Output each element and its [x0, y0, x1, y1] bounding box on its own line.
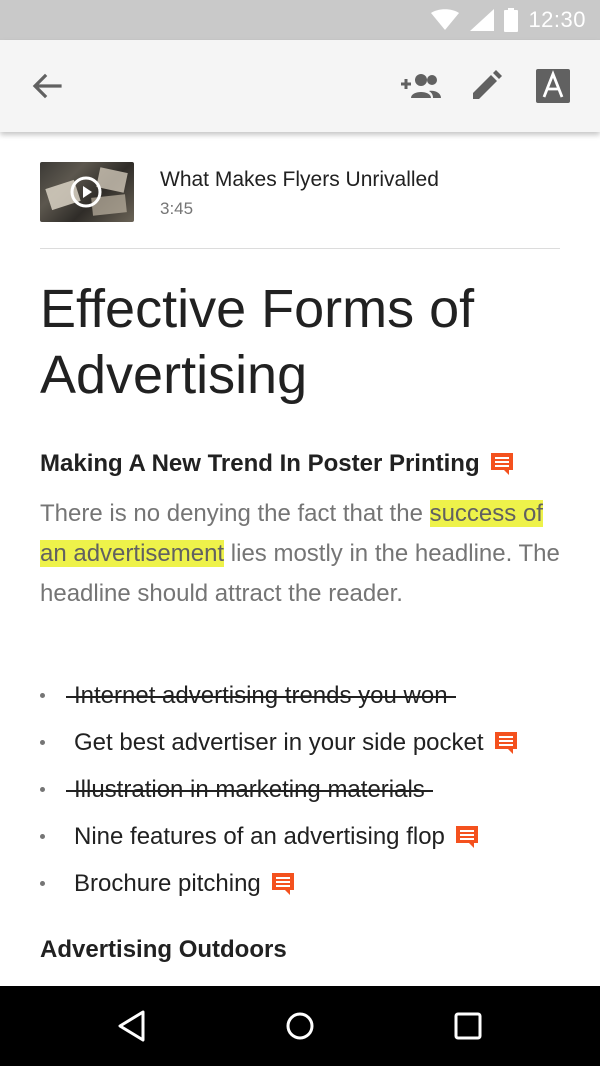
- section-heading[interactable]: Advertising Outdoors: [40, 936, 287, 964]
- strikethrough-item: Illustration in marketing materials: [66, 776, 433, 804]
- list-item[interactable]: Brochure pitching: [40, 860, 580, 907]
- cell-signal-icon: [470, 9, 495, 31]
- list-item[interactable]: Nine features of an advertising flop: [40, 813, 580, 860]
- nav-recents-icon: [454, 1012, 482, 1040]
- battery-icon: [504, 8, 519, 32]
- wifi-icon: [431, 9, 460, 30]
- bullet-dot: [40, 787, 45, 792]
- status-bar: 12:30: [0, 0, 600, 40]
- edit-button[interactable]: [462, 62, 510, 110]
- nav-home-button[interactable]: [276, 1002, 324, 1050]
- back-button[interactable]: [22, 62, 72, 110]
- bullet-dot: [40, 834, 45, 839]
- comment-icon[interactable]: [271, 872, 295, 896]
- bullet-list: Internet advertising trends you won Get …: [40, 672, 580, 907]
- list-item-text: Nine features of an advertising flop: [74, 822, 445, 850]
- text-format-icon: [536, 69, 570, 103]
- status-icons: 12:30: [430, 0, 586, 40]
- nav-home-icon: [286, 1012, 314, 1040]
- app-bar: [0, 40, 600, 132]
- list-item[interactable]: Internet advertising trends you won: [40, 672, 580, 719]
- list-item[interactable]: Illustration in marketing materials: [40, 766, 580, 813]
- list-item[interactable]: Get best advertiser in your side pocket: [40, 719, 580, 766]
- edit-pencil-icon: [473, 70, 502, 99]
- strike-line: [66, 695, 456, 698]
- strike-line: [66, 789, 433, 792]
- video-attachment[interactable]: What Makes Flyers Unrivalled 3:45: [40, 162, 560, 222]
- play-icon[interactable]: [70, 176, 102, 208]
- document-title[interactable]: Effective Forms of Advertising: [40, 276, 560, 408]
- comment-icon[interactable]: [455, 825, 479, 849]
- body-paragraph[interactable]: There is no denying the fact that the su…: [40, 494, 560, 614]
- navigation-bar: [0, 986, 600, 1066]
- status-time: 12:30: [528, 7, 586, 32]
- list-item-text: Get best advertiser in your side pocket: [74, 728, 484, 756]
- nav-recents-button[interactable]: [444, 1002, 492, 1050]
- nav-back-icon: [118, 1010, 145, 1042]
- nav-back-button[interactable]: [108, 1002, 156, 1050]
- comment-icon[interactable]: [490, 452, 514, 476]
- divider: [40, 248, 560, 249]
- bullet-dot: [40, 740, 45, 745]
- bullet-dot: [40, 881, 45, 886]
- section-heading-text: Advertising Outdoors: [40, 936, 287, 963]
- paragraph-text: There is no denying the fact that the: [40, 500, 430, 527]
- video-title[interactable]: What Makes Flyers Unrivalled: [160, 168, 439, 192]
- add-collaborator-button[interactable]: [394, 62, 446, 110]
- strikethrough-item: Internet advertising trends you won: [66, 682, 456, 710]
- back-arrow-icon: [32, 73, 62, 99]
- comment-icon[interactable]: [494, 731, 518, 755]
- list-item-text: Brochure pitching: [74, 869, 261, 897]
- section-heading[interactable]: Making A New Trend In Poster Printing: [40, 450, 514, 478]
- add-people-icon: [401, 74, 441, 98]
- section-heading-text: Making A New Trend In Poster Printing: [40, 450, 480, 477]
- bullet-dot: [40, 693, 45, 698]
- video-thumbnail[interactable]: [40, 162, 134, 222]
- video-duration: 3:45: [160, 199, 194, 218]
- text-format-button[interactable]: [528, 62, 578, 110]
